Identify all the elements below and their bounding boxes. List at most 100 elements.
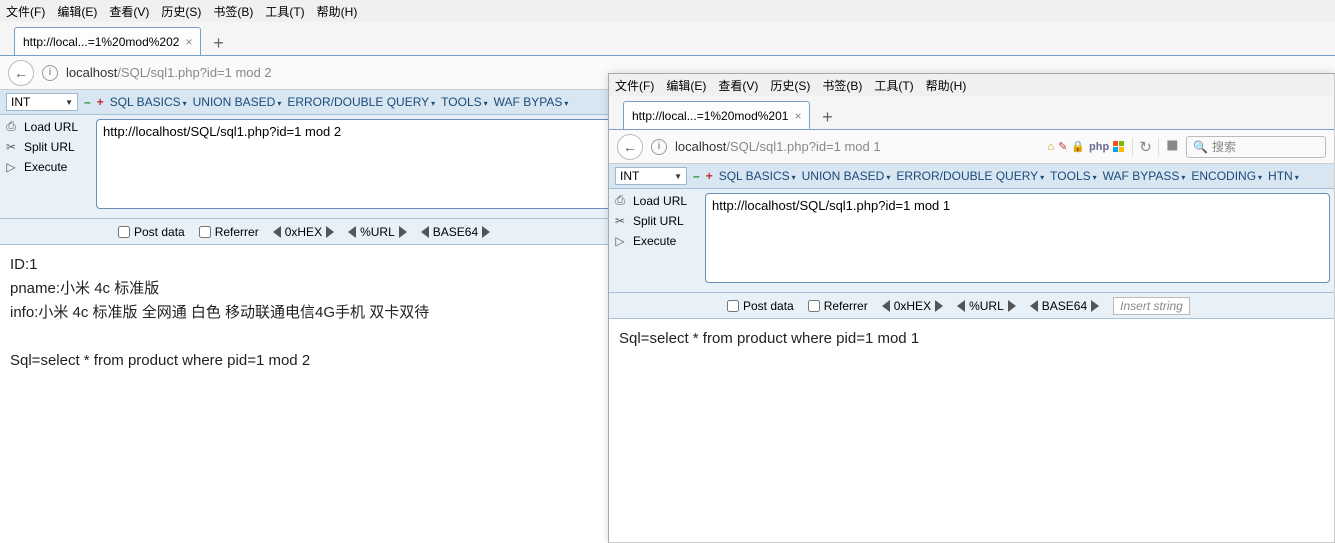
menu-view[interactable]: 查看(V)	[718, 77, 758, 94]
plus-icon[interactable]: +	[97, 95, 104, 109]
menu-help[interactable]: 帮助(H)	[317, 3, 358, 20]
back-button[interactable]: ←	[8, 60, 34, 86]
menu-file[interactable]: 文件(F)	[615, 77, 654, 94]
php-icon[interactable]: php	[1089, 141, 1109, 153]
url-host: localhost	[66, 65, 117, 80]
postdata-checkbox[interactable]: Post data	[118, 225, 185, 239]
menu-file[interactable]: 文件(F)	[6, 3, 45, 20]
base64-button[interactable]: BASE64	[421, 225, 490, 239]
menubar: 文件(F) 编辑(E) 查看(V) 历史(S) 书签(B) 工具(T) 帮助(H…	[609, 74, 1334, 96]
referrer-checkbox[interactable]: Referrer	[199, 225, 259, 239]
menu-error-double[interactable]: ERROR/DOUBLE QUERY	[896, 169, 1044, 183]
base64-button[interactable]: BASE64	[1030, 299, 1099, 313]
menu-edit[interactable]: 编辑(E)	[666, 77, 706, 94]
exec-label: Execute	[24, 160, 67, 174]
referrer-checkbox[interactable]: Referrer	[808, 299, 868, 313]
menu-sql-basics[interactable]: SQL BASICS	[719, 169, 796, 183]
b64-label: BASE64	[433, 225, 478, 239]
menu-tools[interactable]: 工具(T)	[874, 77, 913, 94]
hex-label: 0xHEX	[894, 299, 931, 313]
lock-icon[interactable]: 🔒	[1071, 140, 1085, 153]
hex-button[interactable]: 0xHEX	[273, 225, 334, 239]
menu-bookmarks[interactable]: 书签(B)	[822, 77, 862, 94]
menu-history[interactable]: 历史(S)	[161, 3, 201, 20]
search-input[interactable]: 🔍 搜索	[1186, 136, 1326, 158]
menu-tools[interactable]: 工具(T)	[265, 3, 304, 20]
feather-icon[interactable]: ✎	[1058, 140, 1067, 153]
menu-tools[interactable]: TOOLS	[1050, 169, 1096, 183]
b64-label: BASE64	[1042, 299, 1087, 313]
url-path: /SQL/sql1.php?id=1 mod 2	[117, 65, 271, 80]
url-path: /SQL/sql1.php?id=1 mod 1	[726, 139, 880, 154]
menu-help[interactable]: 帮助(H)	[926, 77, 967, 94]
hackbar-options: Post data Referrer 0xHEX %URL BASE64 Ins…	[609, 293, 1334, 319]
menu-union-based[interactable]: UNION BASED	[802, 169, 891, 183]
menu-html[interactable]: HTN	[1268, 169, 1299, 183]
int-select[interactable]: INT▼	[615, 167, 687, 185]
menu-bookmarks[interactable]: 书签(B)	[213, 3, 253, 20]
execute-button[interactable]: ▷ Execute	[4, 160, 92, 174]
menu-edit[interactable]: 编辑(E)	[57, 3, 97, 20]
addon-icons: ⌂ ✎ 🔒 php	[1047, 140, 1124, 153]
menu-history[interactable]: 历史(S)	[770, 77, 810, 94]
new-tab-button[interactable]: +	[205, 31, 231, 55]
url-encode-button[interactable]: %URL	[957, 299, 1016, 313]
hex-button[interactable]: 0xHEX	[882, 299, 943, 313]
split-label: Split URL	[633, 214, 684, 228]
menu-tools[interactable]: TOOLS	[441, 95, 487, 109]
url-encode-button[interactable]: %URL	[348, 225, 407, 239]
load-url-button[interactable]: ⎙Load URL	[613, 193, 701, 208]
search-placeholder: 搜索	[1212, 138, 1236, 155]
browser-window-2: 文件(F) 编辑(E) 查看(V) 历史(S) 书签(B) 工具(T) 帮助(H…	[608, 73, 1335, 543]
hackbar-toolbar: INT▼ – + SQL BASICS UNION BASED ERROR/DO…	[609, 164, 1334, 189]
chevron-down-icon: ▼	[65, 98, 73, 107]
browser-tab[interactable]: http://local...=1%20mod%201 ×	[623, 101, 810, 129]
search-icon: 🔍	[1193, 140, 1208, 154]
plus-icon[interactable]: +	[706, 169, 713, 183]
referrer-label: Referrer	[215, 225, 259, 239]
menu-union-based[interactable]: UNION BASED	[193, 95, 282, 109]
site-info-icon[interactable]: i	[651, 139, 667, 155]
split-url-button[interactable]: ✂ Split URL	[613, 214, 701, 228]
site-info-icon[interactable]: i	[42, 65, 58, 81]
ms-icon[interactable]	[1113, 141, 1124, 152]
browser-tab[interactable]: http://local...=1%20mod%202 ×	[14, 27, 201, 55]
menu-error-double[interactable]: ERROR/DOUBLE QUERY	[287, 95, 435, 109]
load-icon: ⎙	[4, 119, 18, 134]
back-button[interactable]: ←	[617, 134, 643, 160]
url-host: localhost	[675, 139, 726, 154]
scissors-icon: ✂	[613, 214, 627, 228]
url-display[interactable]: localhost/SQL/sql1.php?id=1 mod 2	[66, 65, 272, 80]
home-icon[interactable]: ⌂	[1047, 141, 1054, 153]
play-icon: ▷	[613, 234, 627, 248]
split-url-button[interactable]: ✂Split URL	[4, 140, 92, 154]
minus-icon[interactable]: –	[84, 95, 91, 109]
minus-icon[interactable]: –	[693, 169, 700, 183]
int-label: INT	[11, 95, 30, 109]
close-icon[interactable]: ×	[794, 109, 801, 123]
postdata-checkbox[interactable]: Post data	[727, 299, 794, 313]
load-label: Load URL	[24, 120, 78, 134]
play-icon: ▷	[4, 160, 18, 174]
tabbar: http://local...=1%20mod%201 × +	[609, 96, 1334, 130]
execute-button[interactable]: ▷Execute	[613, 234, 701, 248]
bookmark-star-icon[interactable]: ⯀	[1167, 138, 1178, 155]
insert-string-field[interactable]: Insert string	[1113, 297, 1190, 315]
menu-sql-basics[interactable]: SQL BASICS	[110, 95, 187, 109]
hackbar-workarea: ⎙Load URL ✂ Split URL ▷Execute	[609, 189, 1334, 293]
tab-title: http://local...=1%20mod%201	[632, 109, 788, 123]
url-display[interactable]: localhost/SQL/sql1.php?id=1 mod 1	[675, 139, 881, 154]
menubar: 文件(F) 编辑(E) 查看(V) 历史(S) 书签(B) 工具(T) 帮助(H…	[0, 0, 1335, 22]
url-textarea[interactable]	[705, 193, 1330, 283]
menu-view[interactable]: 查看(V)	[109, 3, 149, 20]
load-url-button[interactable]: ⎙ Load URL	[4, 119, 92, 134]
menu-waf-bypass[interactable]: WAF BYPASS	[1103, 169, 1186, 183]
int-select[interactable]: INT ▼	[6, 93, 78, 111]
menu-waf-bypass[interactable]: WAF BYPAS	[494, 95, 569, 109]
menu-encoding[interactable]: ENCODING	[1191, 169, 1262, 183]
new-tab-button[interactable]: +	[814, 105, 840, 129]
load-icon: ⎙	[613, 193, 627, 208]
reload-button[interactable]: ↻	[1132, 138, 1159, 156]
page-content: Sql=select * from product where pid=1 mo…	[609, 319, 1334, 359]
close-icon[interactable]: ×	[185, 35, 192, 49]
